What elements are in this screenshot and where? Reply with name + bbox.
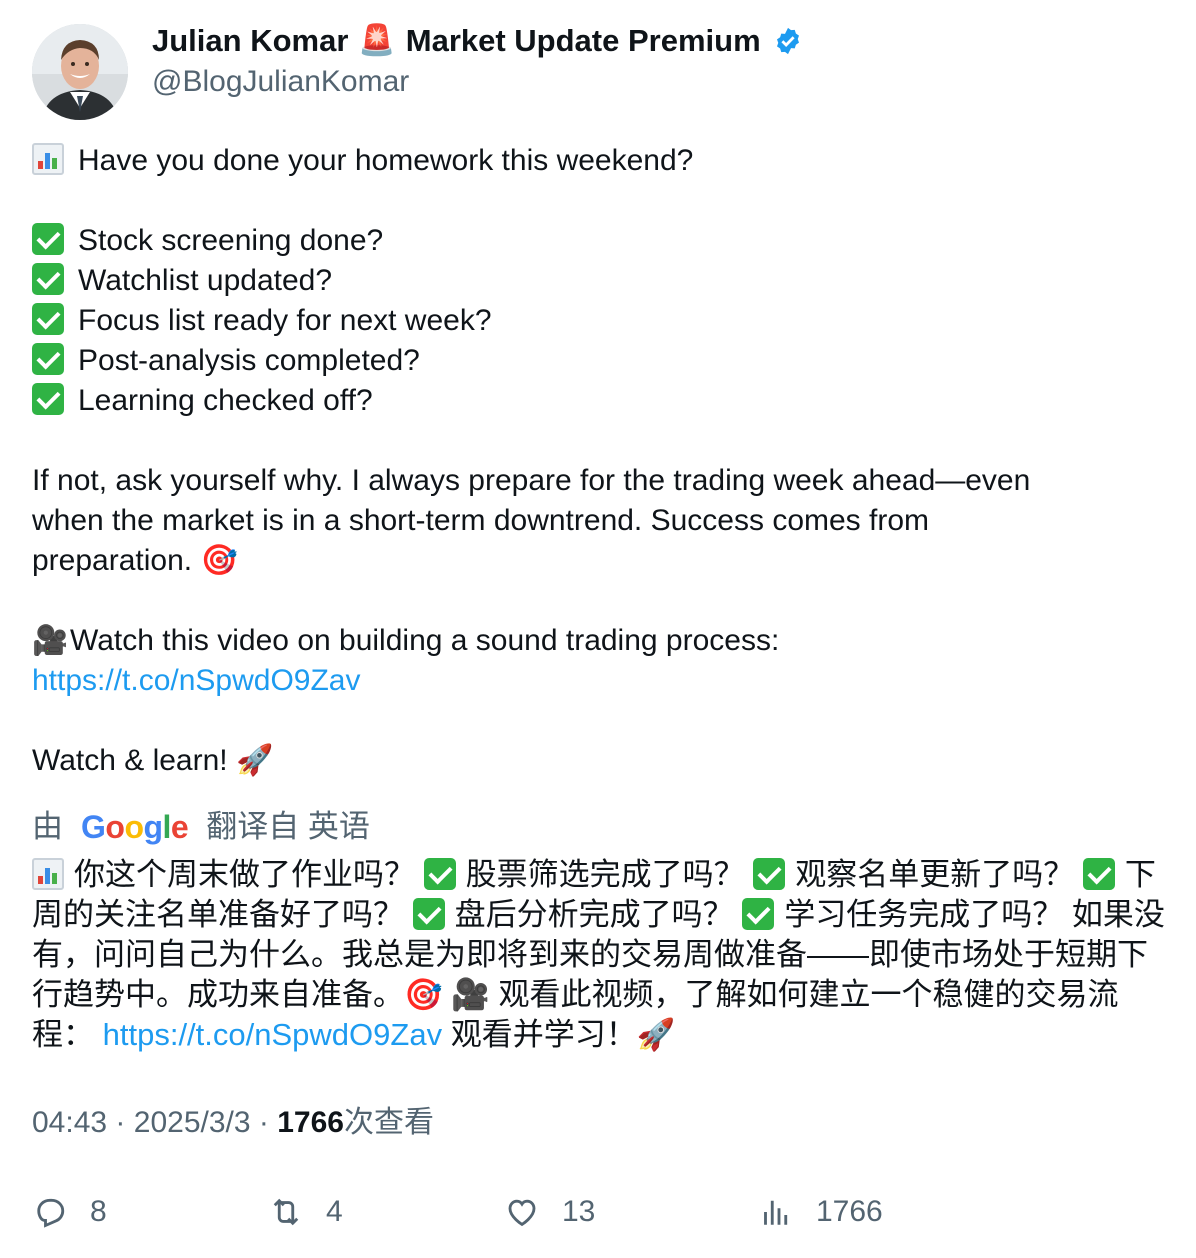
translation-segment: 你这个周末做了作业吗？	[74, 857, 415, 892]
translated-text: 你这个周末做了作业吗？ 股票筛选完成了吗？ 观察名单更新了吗？ 下周的关注名单准…	[32, 855, 1167, 1055]
tweet-link[interactable]: https://t.co/nSpwdO9Zav	[32, 664, 361, 697]
checklist-item: Stock screening done?	[78, 224, 384, 257]
rocket-icon: 🚀	[636, 1017, 676, 1052]
repost-button[interactable]: 4	[268, 1190, 343, 1234]
checklist-item: Learning checked off?	[78, 384, 373, 417]
tweet-card: Julian Komar 🚨 Market Update Premium @Bl…	[0, 0, 1196, 1258]
check-icon	[32, 263, 64, 295]
checklist-item: Watchlist updated?	[78, 264, 333, 297]
checklist-item: Focus list ready for next week?	[78, 304, 492, 337]
bar-chart-icon	[32, 143, 64, 175]
translation-banner[interactable]: 由 Google 翻译自 英语	[32, 806, 370, 848]
check-icon	[1082, 858, 1115, 890]
target-icon: 🎯	[404, 977, 443, 1012]
action-bar: 8 4 13 1766	[32, 1190, 1172, 1234]
author-first-name: Julian Komar	[152, 23, 349, 58]
views-button[interactable]: 1766	[758, 1190, 883, 1234]
camera-icon: 🎥	[32, 625, 69, 657]
tweet-date[interactable]: 2025/3/3	[134, 1106, 251, 1139]
heart-icon	[508, 1199, 536, 1227]
like-count: 13	[562, 1195, 596, 1228]
reply-count: 8	[90, 1195, 107, 1228]
check-icon	[423, 858, 456, 890]
tweet-line-homework: Have you done your homework this weekend…	[78, 144, 694, 177]
check-icon	[753, 858, 786, 890]
view-count-label: 次查看	[343, 1106, 434, 1139]
translation-suffix: 翻译自 英语	[206, 809, 370, 844]
author-name[interactable]: Julian Komar 🚨 Market Update Premium	[152, 20, 803, 62]
translation-prefix: 由	[32, 809, 63, 844]
video-text: Watch this video on building a sound tra…	[70, 624, 780, 657]
siren-icon: 🚨	[358, 24, 396, 57]
check-icon	[32, 223, 64, 255]
tweet-paragraph-line: when the market is in a short-term downt…	[32, 504, 930, 537]
check-icon	[32, 343, 64, 375]
tweet-time[interactable]: 04:43	[32, 1106, 107, 1139]
verified-badge-icon	[776, 27, 799, 55]
reply-button[interactable]: 8	[32, 1190, 107, 1234]
views-count: 1766	[816, 1195, 883, 1228]
meta-separator: ·	[115, 1106, 126, 1139]
meta-separator: ·	[258, 1106, 269, 1139]
author-name-suffix: Market Update Premium	[405, 23, 761, 58]
translation-segment: 股票筛选完成了吗？	[465, 857, 745, 892]
translation-segment: 观看并学习！	[450, 1017, 637, 1052]
avatar[interactable]	[32, 24, 128, 120]
repost-count: 4	[326, 1195, 343, 1228]
like-button[interactable]: 13	[504, 1190, 595, 1234]
checklist-item: Post-analysis completed?	[78, 344, 420, 377]
bar-chart-icon	[32, 858, 64, 890]
target-icon: 🎯	[200, 544, 238, 577]
view-count: 1766	[277, 1106, 344, 1139]
reply-icon	[37, 1198, 65, 1228]
repost-icon	[273, 1198, 299, 1226]
tweet-paragraph-line: preparation.	[32, 544, 193, 577]
rocket-icon: 🚀	[235, 744, 274, 777]
author-handle[interactable]: @BlogJulianKomar	[152, 62, 409, 102]
check-icon	[32, 383, 64, 415]
translation-segment: 盘后分析完成了吗？	[454, 897, 734, 932]
translation-segment: 观察名单更新了吗？	[795, 857, 1075, 892]
translation-link[interactable]: https://t.co/nSpwdO9Zav	[103, 1017, 442, 1052]
check-icon	[32, 303, 64, 335]
check-icon	[742, 898, 775, 930]
avatar-image	[32, 24, 128, 120]
tweet-meta: 04:43 · 2025/3/3 · 1766次查看	[32, 1103, 434, 1143]
tweet-paragraph-line: If not, ask yourself why. I always prepa…	[32, 464, 1031, 497]
tweet-text: Have you done your homework this weekend…	[32, 141, 1172, 781]
analytics-icon	[764, 1200, 788, 1225]
camera-icon: 🎥	[451, 977, 490, 1012]
google-logo: Google	[81, 809, 189, 845]
closing-text: Watch & learn!	[32, 744, 228, 777]
check-icon	[412, 898, 445, 930]
